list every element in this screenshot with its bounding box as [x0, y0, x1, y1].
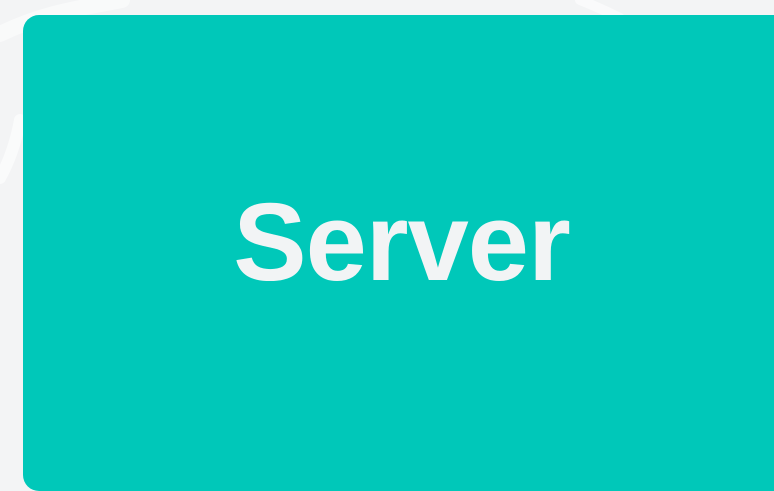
server-card[interactable]: Server: [23, 15, 774, 491]
server-label: Server: [233, 181, 571, 304]
